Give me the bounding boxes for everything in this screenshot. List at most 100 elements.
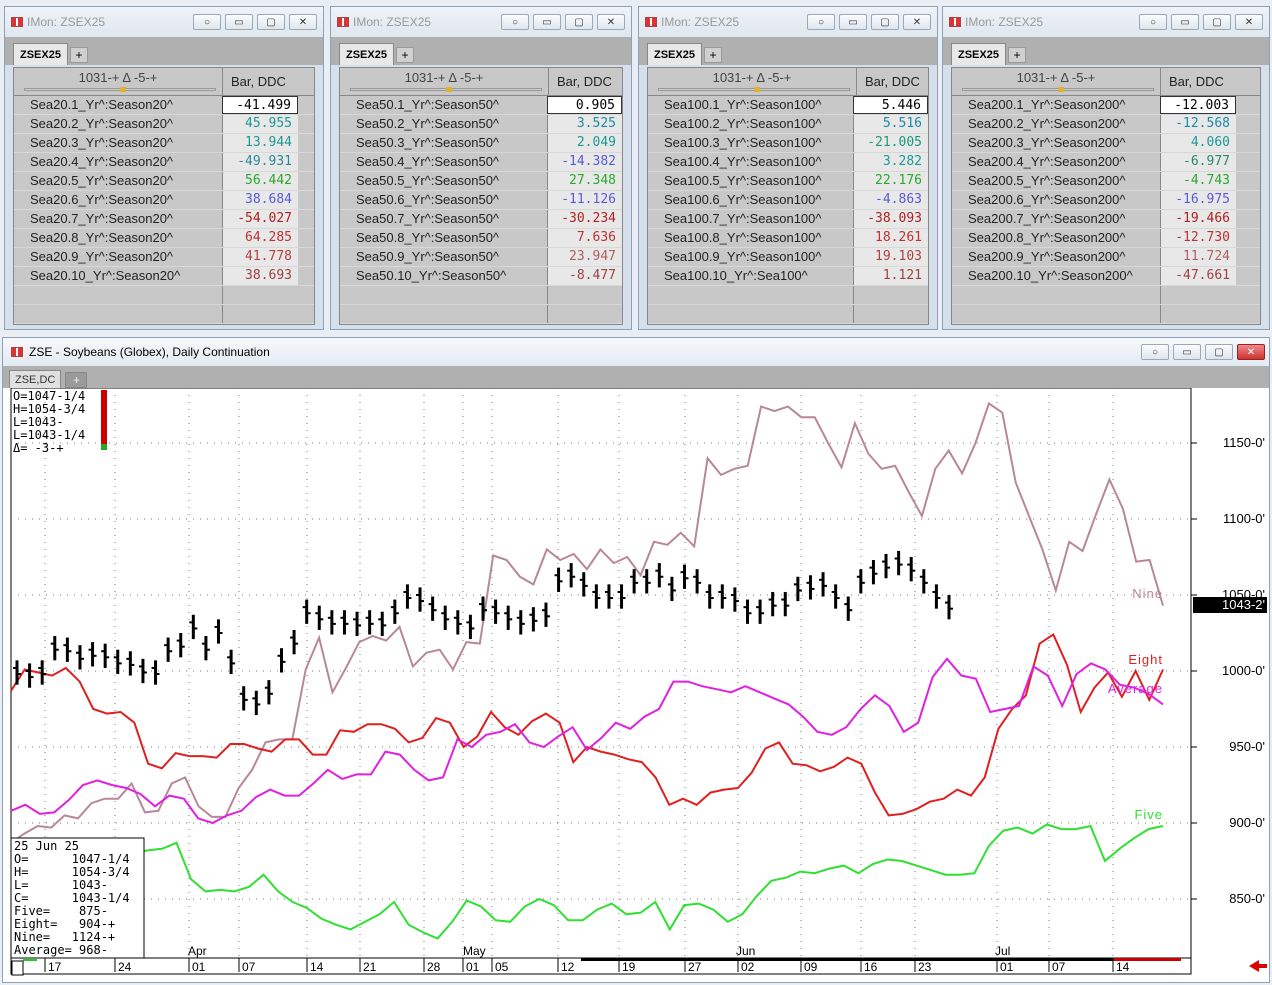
minimize-button[interactable]: ▭ bbox=[1171, 14, 1199, 30]
monitor-titlebar[interactable]: IMon: ZSEX25 ○ ▭ ▢ ✕ bbox=[331, 7, 631, 37]
row-value: -8.477 bbox=[546, 267, 622, 285]
tab-zsex25[interactable]: ZSEX25 bbox=[647, 43, 702, 65]
price-chart[interactable]: 850-0'900-0'950-0'1000-0'1050-0'1100-0'1… bbox=[3, 387, 1269, 982]
table-row[interactable]: Sea100.6_Yr^:Season100^ -4.863 bbox=[648, 191, 928, 210]
table-row[interactable]: Sea200.3_Yr^:Season200^ 4.060 bbox=[952, 134, 1260, 153]
scroll-indicator[interactable] bbox=[581, 958, 1181, 961]
table-row[interactable]: Sea50.9_Yr^:Season50^ 23.947 bbox=[340, 248, 622, 267]
table-row[interactable]: Sea200.1_Yr^:Season200^ -12.003 bbox=[952, 96, 1260, 115]
table-row[interactable]: Sea50.5_Yr^:Season50^ 27.348 bbox=[340, 172, 622, 191]
column-header-price[interactable]: 1031-+ Δ -5-+ bbox=[648, 68, 856, 95]
table-row[interactable]: Sea100.3_Yr^:Season100^ -21.005 bbox=[648, 134, 928, 153]
monitor-window-3[interactable]: IMon: ZSEX25 ○ ▭ ▢ ✕ ZSEX25 + 1031-+ Δ -… bbox=[638, 6, 938, 330]
table-row[interactable]: Sea50.6_Yr^:Season50^ -11.126 bbox=[340, 191, 622, 210]
pin-icon[interactable]: ○ bbox=[501, 14, 529, 30]
table-row[interactable]: Sea50.1_Yr^:Season50^ 0.905 bbox=[340, 96, 622, 115]
table-row[interactable]: Sea100.5_Yr^:Season100^ 22.176 bbox=[648, 172, 928, 191]
table-row[interactable]: Sea100.2_Yr^:Season100^ 5.516 bbox=[648, 115, 928, 134]
table-row[interactable]: Sea20.2_Yr^:Season20^ 45.955 bbox=[14, 115, 314, 134]
scroll-right-arrow-icon[interactable] bbox=[1249, 960, 1267, 972]
table-row[interactable]: Sea200.7_Yr^:Season200^ -19.466 bbox=[952, 210, 1260, 229]
tab-zsex25[interactable]: ZSEX25 bbox=[13, 43, 68, 65]
column-header-bar-ddc[interactable]: Bar, DDC bbox=[856, 68, 928, 95]
tab-zsex25[interactable]: ZSEX25 bbox=[951, 43, 1006, 65]
close-button[interactable]: ✕ bbox=[289, 14, 317, 30]
minimize-button[interactable]: ▭ bbox=[839, 14, 867, 30]
table-row[interactable]: Sea20.6_Yr^:Season20^ 38.684 bbox=[14, 191, 314, 210]
table-row[interactable]: Sea100.7_Yr^:Season100^ -38.093 bbox=[648, 210, 928, 229]
table-row[interactable]: Sea200.9_Yr^:Season200^ 11.724 bbox=[952, 248, 1260, 267]
table-row[interactable]: Sea50.3_Yr^:Season50^ 2.049 bbox=[340, 134, 622, 153]
row-label: Sea50.9_Yr^:Season50^ bbox=[356, 249, 500, 264]
table-row[interactable]: Sea100.1_Yr^:Season100^ 5.446 bbox=[648, 96, 928, 115]
column-header-bar-ddc[interactable]: Bar, DDC bbox=[548, 68, 622, 95]
monitor-window-1[interactable]: IMon: ZSEX25 ○ ▭ ▢ ✕ ZSEX25 + 1031-+ Δ -… bbox=[4, 6, 324, 330]
row-value: -12.003 bbox=[1160, 96, 1236, 114]
table-row[interactable]: Sea50.10_Yr^:Season50^ -8.477 bbox=[340, 267, 622, 286]
table-row[interactable]: Sea50.2_Yr^:Season50^ 3.525 bbox=[340, 115, 622, 134]
table-row[interactable]: Sea200.8_Yr^:Season200^ -12.730 bbox=[952, 229, 1260, 248]
pin-icon[interactable]: ○ bbox=[1139, 14, 1167, 30]
maximize-button[interactable]: ▢ bbox=[565, 14, 593, 30]
monitor-titlebar[interactable]: IMon: ZSEX25 ○ ▭ ▢ ✕ bbox=[639, 7, 937, 37]
maximize-button[interactable]: ▢ bbox=[871, 14, 899, 30]
close-button[interactable]: ✕ bbox=[597, 14, 625, 30]
add-tab-button[interactable]: + bbox=[395, 47, 414, 63]
table-row[interactable]: Sea200.2_Yr^:Season200^ -12.568 bbox=[952, 115, 1260, 134]
info-line: 25 Jun 25 bbox=[14, 839, 79, 853]
column-header-bar-ddc[interactable]: Bar, DDC bbox=[1160, 68, 1260, 95]
table-row[interactable]: Sea100.8_Yr^:Season100^ 18.261 bbox=[648, 229, 928, 248]
pin-icon[interactable]: ○ bbox=[193, 14, 221, 30]
monitor-titlebar[interactable]: IMon: ZSEX25 ○ ▭ ▢ ✕ bbox=[5, 7, 323, 37]
chart-window[interactable]: ZSE - Soybeans (Globex), Daily Continuat… bbox=[2, 337, 1270, 983]
table-row[interactable]: Sea50.8_Yr^:Season50^ 7.636 bbox=[340, 229, 622, 248]
table-row[interactable]: Sea200.6_Yr^:Season200^ -16.975 bbox=[952, 191, 1260, 210]
close-button[interactable]: ✕ bbox=[903, 14, 931, 30]
column-header-price[interactable]: 1031-+ Δ -5-+ bbox=[952, 68, 1160, 95]
minimize-button[interactable]: ▭ bbox=[225, 14, 253, 30]
close-button[interactable]: ✕ bbox=[1237, 344, 1265, 360]
monitor-window-2[interactable]: IMon: ZSEX25 ○ ▭ ▢ ✕ ZSEX25 + 1031-+ Δ -… bbox=[330, 6, 632, 330]
monitor-titlebar[interactable]: IMon: ZSEX25 ○ ▭ ▢ ✕ bbox=[943, 7, 1269, 37]
table-row[interactable]: Sea20.3_Yr^:Season20^ 13.944 bbox=[14, 134, 314, 153]
table-row[interactable]: Sea20.7_Yr^:Season20^ -54.027 bbox=[14, 210, 314, 229]
pin-icon[interactable]: ○ bbox=[1141, 344, 1169, 360]
table-row[interactable]: Sea100.9_Yr^:Season100^ 19.103 bbox=[648, 248, 928, 267]
column-header-price[interactable]: 1031-+ Δ -5-+ bbox=[340, 68, 548, 95]
add-tab-button[interactable]: + bbox=[65, 372, 88, 388]
monitor-window-4[interactable]: IMon: ZSEX25 ○ ▭ ▢ ✕ ZSEX25 + 1031-+ Δ -… bbox=[942, 6, 1270, 330]
row-value: 13.944 bbox=[222, 134, 298, 152]
maximize-button[interactable]: ▢ bbox=[1205, 344, 1233, 360]
table-row[interactable]: Sea50.4_Yr^:Season50^ -14.382 bbox=[340, 153, 622, 172]
table-row[interactable]: Sea50.7_Yr^:Season50^ -30.234 bbox=[340, 210, 622, 229]
tab-zsex25[interactable]: ZSEX25 bbox=[339, 43, 394, 65]
chart-area[interactable]: 850-0' 900-0' 950-0' 1000-0' 1050-0' 1100-0' 1… bbox=[3, 387, 1269, 982]
add-tab-button[interactable]: + bbox=[703, 47, 722, 63]
table-row[interactable]: Sea100.4_Yr^:Season100^ 3.282 bbox=[648, 153, 928, 172]
info-line: H= 1054-3/4 bbox=[14, 865, 130, 879]
table-row[interactable]: Sea200.10_Yr^:Season200^ -47.661 bbox=[952, 267, 1260, 286]
add-tab-button[interactable]: + bbox=[1007, 47, 1026, 63]
table-row[interactable]: Sea20.5_Yr^:Season20^ 56.442 bbox=[14, 172, 314, 191]
table-row[interactable]: Sea200.5_Yr^:Season200^ -4.743 bbox=[952, 172, 1260, 191]
table-row[interactable]: Sea100.10_Yr^:Sea100^ 1.121 bbox=[648, 267, 928, 286]
table-row[interactable]: Sea200.4_Yr^:Season200^ -6.977 bbox=[952, 153, 1260, 172]
table-row[interactable]: Sea20.9_Yr^:Season20^ 41.778 bbox=[14, 248, 314, 267]
maximize-button[interactable]: ▢ bbox=[1203, 14, 1231, 30]
minimize-button[interactable]: ▭ bbox=[1173, 344, 1201, 360]
column-header-price[interactable]: 1031-+ Δ -5-+ bbox=[14, 68, 222, 95]
table-row[interactable]: Sea20.10_Yr^:Season20^ 38.693 bbox=[14, 267, 314, 286]
close-button[interactable]: ✕ bbox=[1235, 14, 1263, 30]
table-row[interactable]: Sea20.4_Yr^:Season20^ -49.931 bbox=[14, 153, 314, 172]
x-tick-label: 07 bbox=[1052, 960, 1066, 974]
minimize-button[interactable]: ▭ bbox=[533, 14, 561, 30]
table-row[interactable]: Sea20.1_Yr^:Season20^ -41.499 bbox=[14, 96, 314, 115]
pin-icon[interactable]: ○ bbox=[807, 14, 835, 30]
tab-zse-dc[interactable]: ZSE,DC bbox=[9, 370, 62, 388]
scroll-handle[interactable] bbox=[11, 960, 24, 976]
chart-titlebar[interactable]: ZSE - Soybeans (Globex), Daily Continuat… bbox=[3, 338, 1269, 366]
column-header-bar-ddc[interactable]: Bar, DDC bbox=[222, 68, 314, 95]
add-tab-button[interactable]: + bbox=[69, 47, 88, 63]
table-row[interactable]: Sea20.8_Yr^:Season20^ 64.285 bbox=[14, 229, 314, 248]
maximize-button[interactable]: ▢ bbox=[257, 14, 285, 30]
